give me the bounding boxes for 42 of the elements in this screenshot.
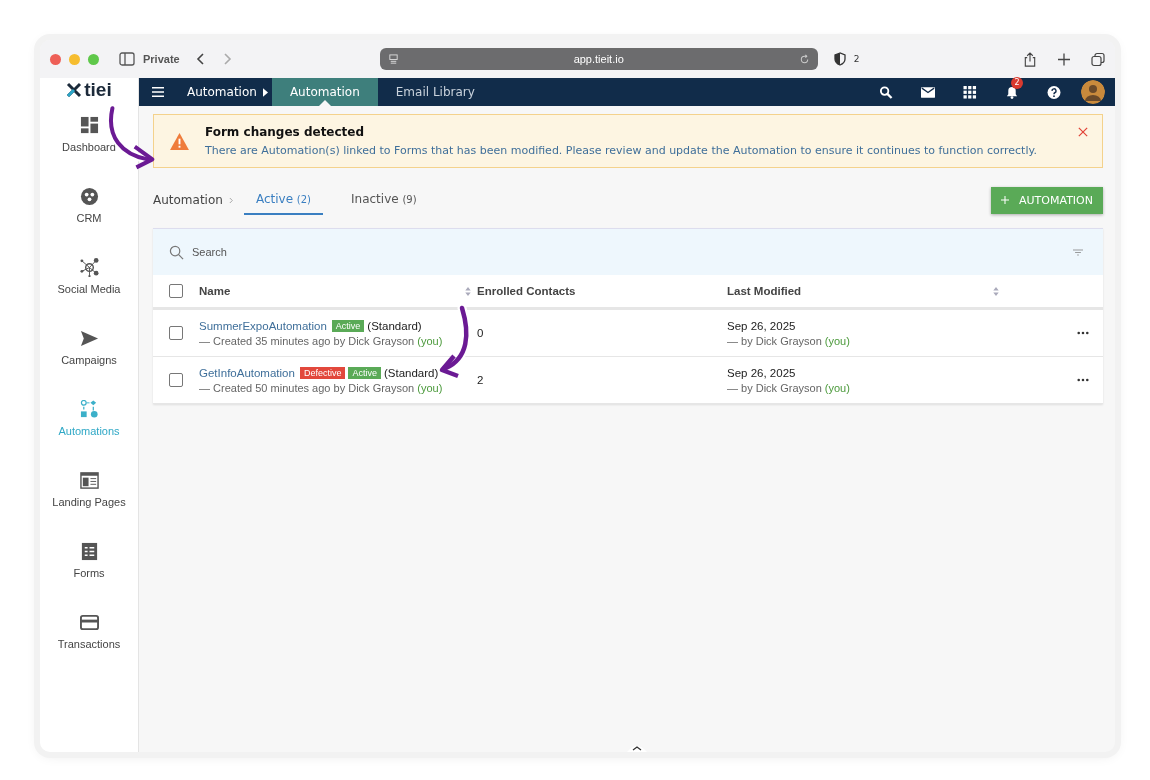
you-label: (you) (417, 334, 443, 347)
breadcrumb-link[interactable]: Automation (187, 85, 257, 99)
breadcrumb-link[interactable]: Automation (153, 193, 223, 207)
modified-date: Sep 26, 2025 (727, 319, 796, 332)
created-info: — Created 50 minutes ago by Dick Grayson (199, 381, 415, 394)
modified-by: — by Dick Grayson (727, 334, 822, 347)
address-bar[interactable]: app.tieit.io (379, 48, 818, 70)
status-badge: Active (331, 319, 365, 332)
sidebar-item[interactable]: Transactions (44, 601, 134, 661)
sidebar-item[interactable]: Landing Pages (44, 459, 134, 519)
enrolled-count: 2 (477, 374, 484, 386)
automation-type: (Standard) (367, 319, 422, 332)
column-header[interactable]: Enrolled Contacts (477, 285, 576, 297)
status-badge: Active (348, 366, 381, 379)
sidebar-item[interactable]: Campaigns (44, 317, 134, 377)
nav-tab[interactable]: Automation (271, 78, 378, 106)
column-header[interactable]: Name (199, 285, 231, 297)
created-info: — Created 35 minutes ago by Dick Grayson (199, 334, 415, 347)
status-tab[interactable]: Inactive (9) (339, 185, 429, 215)
alert-title: Form changes detected (205, 125, 366, 139)
sidebar-item[interactable]: CRM (44, 175, 134, 235)
sidebar-item[interactable]: Social Media (44, 246, 134, 306)
sidebar-item[interactable]: Dashboard (44, 104, 134, 164)
alert-message: There are Automation(s) linked to Forms that has been modified. Please review and update the Automation to ensure it continues to function correctly. (205, 144, 1038, 157)
enrolled-count: 0 (477, 327, 484, 339)
status-tab[interactable]: Active (2) (243, 185, 323, 215)
sidebar-item[interactable]: Forms (44, 530, 134, 590)
shield-count: 2 (853, 54, 860, 64)
modified-date: Sep 26, 2025 (727, 366, 796, 379)
private-label: Private (143, 53, 180, 65)
status-badge: Defective (299, 366, 346, 379)
modified-by: — by Dick Grayson (727, 381, 822, 394)
column-header[interactable]: Last Modified (727, 285, 802, 297)
you-label: (you) (824, 334, 850, 347)
automation-link[interactable]: GetInfoAutomation (199, 366, 295, 379)
automation-type: (Standard) (383, 366, 439, 379)
automation-link[interactable]: SummerExpoAutomation (199, 319, 327, 332)
search-field[interactable]: Search (190, 245, 394, 259)
you-label: (you) (824, 381, 850, 394)
nav-tab[interactable]: Email Library (377, 78, 493, 106)
you-label: (you) (417, 381, 443, 394)
app-logo[interactable]: tiei (66, 76, 112, 104)
